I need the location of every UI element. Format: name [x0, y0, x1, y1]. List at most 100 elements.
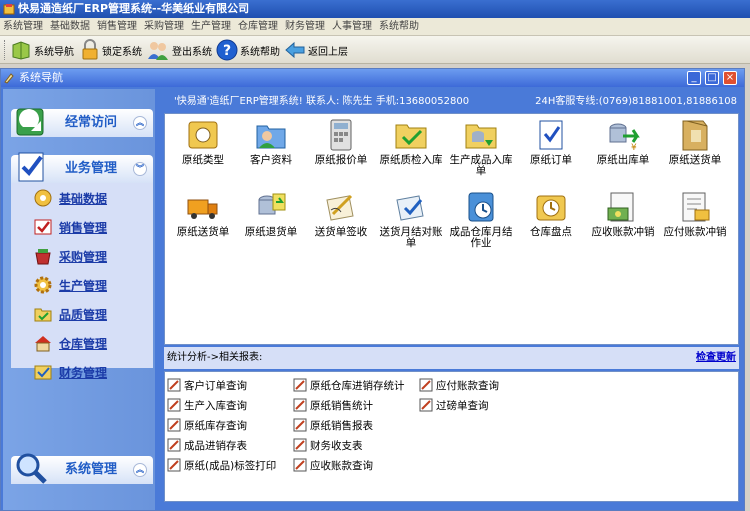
icon-customer[interactable]: 客户资料 — [235, 118, 307, 166]
report-link[interactable]: 原纸销售报表 — [293, 417, 373, 433]
report-doc-icon — [293, 398, 307, 412]
reconcile-icon — [396, 195, 424, 221]
lock-button[interactable]: 锁定系统 — [80, 38, 142, 62]
app-icon — [3, 4, 15, 15]
back-button[interactable]: 返回上层 — [284, 38, 348, 62]
report-doc-icon — [167, 458, 181, 472]
report-link[interactable]: 过磅单查询 — [419, 397, 489, 413]
business-check-icon — [18, 152, 44, 182]
panel-frequent[interactable]: 经常访问 ︽ — [11, 108, 153, 137]
delivery-folder-icon — [682, 120, 708, 151]
report-link[interactable]: 成品进销存表 — [167, 437, 247, 453]
icon-reconcile[interactable]: 送货月结对账单 — [375, 190, 447, 249]
panel-business[interactable]: 业务管理 ︾ — [11, 152, 153, 183]
icon-product-inbound[interactable]: 生产成品入库单 — [445, 118, 517, 177]
menu-warehouse[interactable]: 仓库管理 — [238, 18, 278, 36]
info-bar: '快易通'造纸厂ERP管理系统! 联系人: 陈先生 手机:13680052800… — [164, 91, 739, 113]
menu-sales[interactable]: 销售管理 — [97, 18, 137, 36]
report-doc-icon — [293, 418, 307, 432]
nav-book-icon — [12, 41, 30, 60]
order-icon — [539, 120, 563, 150]
function-icon-panel: 原纸类型 客户资料 原纸报价单 原纸质检入库 生产成品入库单 原纸订单 ¥ 原纸… — [164, 113, 739, 345]
sidebar-item-sales[interactable]: 销售管理 — [33, 216, 107, 238]
icon-sign[interactable]: 送货单签收 — [305, 190, 377, 238]
svg-text:?: ? — [223, 43, 231, 59]
main-area: '快易通'造纸厂ERP管理系统! 联系人: 陈先生 手机:13680052800… — [164, 91, 739, 506]
folder-check-icon — [34, 308, 52, 322]
toolbar: 系统导航 锁定系统 登出系统 ? 系统帮助 返回上层 — [0, 36, 750, 64]
menu-hr[interactable]: 人事管理 — [332, 18, 372, 36]
sidebar: 经常访问 ︽ 业务管理 ︾ 基础数据 销售管理 采购管理 生产管理 品质管理 仓… — [3, 89, 155, 510]
toolbar-grip[interactable] — [4, 40, 7, 60]
icon-paper-type[interactable]: 原纸类型 — [167, 118, 239, 166]
sidebar-item-finance[interactable]: 财务管理 — [33, 361, 107, 383]
icon-truck-delivery[interactable]: 原纸送货单 — [167, 190, 239, 238]
menu-purchase[interactable]: 采购管理 — [144, 18, 184, 36]
sidebar-item-warehouse[interactable]: 仓库管理 — [33, 332, 107, 354]
menu-basic-data[interactable]: 基础数据 — [50, 18, 90, 36]
menu-finance[interactable]: 财务管理 — [285, 18, 325, 36]
report-link[interactable]: 原纸销售统计 — [293, 397, 373, 413]
report-doc-icon — [167, 378, 181, 392]
users-icon — [148, 42, 168, 60]
lock-icon — [82, 39, 98, 60]
paper-type-icon — [188, 121, 218, 149]
finance-check-icon — [34, 365, 52, 380]
logout-button[interactable]: 登出系统 — [146, 38, 212, 62]
help-button[interactable]: ? 系统帮助 — [216, 38, 280, 62]
monthly-close-icon — [468, 192, 494, 222]
icon-payable[interactable]: 应付账款冲销 — [659, 190, 731, 238]
panel-system[interactable]: 系统管理 ︽ — [11, 453, 153, 484]
menu-production[interactable]: 生产管理 — [191, 18, 231, 36]
chevron-down-icon[interactable]: ︾ — [133, 162, 147, 176]
minimize-button[interactable]: _ — [687, 71, 701, 85]
qc-inbound-icon — [395, 124, 427, 149]
business-menu: 基础数据 销售管理 采购管理 生产管理 品质管理 仓库管理 财务管理 — [11, 183, 153, 380]
payable-icon — [682, 192, 710, 222]
maximize-button[interactable]: □ — [705, 71, 719, 85]
report-link[interactable]: 财务收支表 — [293, 437, 363, 453]
window-title: 系统导航 — [19, 71, 63, 84]
help-icon: ? — [216, 39, 238, 61]
icon-quote[interactable]: 原纸报价单 — [305, 118, 377, 166]
icon-outbound[interactable]: ¥ 原纸出库单 — [587, 118, 659, 166]
basket-icon — [35, 249, 51, 265]
receivable-icon — [607, 192, 634, 222]
chevron-up-icon[interactable]: ︽ — [133, 463, 147, 477]
frequent-arrow-icon — [16, 108, 44, 136]
sidebar-item-production[interactable]: 生产管理 — [33, 274, 107, 296]
report-link[interactable]: 应收账款查询 — [293, 457, 373, 473]
report-list: 客户订单查询 生产入库查询 原纸库存查询 成品进销存表 原纸(成品)标签打印 原… — [164, 371, 739, 502]
icon-return[interactable]: 原纸退货单 — [235, 190, 307, 238]
icon-monthly-close[interactable]: 成品仓库月结作业 — [445, 190, 517, 249]
check-update-link[interactable]: 检查更新 — [696, 347, 736, 369]
checkbox-icon — [34, 219, 52, 235]
nav-button[interactable]: 系统导航 — [10, 38, 74, 62]
report-doc-icon — [293, 458, 307, 472]
menu-system[interactable]: 系统管理 — [3, 18, 43, 36]
icon-qc-inbound[interactable]: 原纸质检入库 — [375, 118, 447, 166]
menu-help[interactable]: 系统帮助 — [379, 18, 419, 36]
report-link[interactable]: 原纸(成品)标签打印 — [167, 457, 276, 473]
icon-receivable[interactable]: 应收账款冲销 — [587, 190, 659, 238]
sidebar-item-purchase[interactable]: 采购管理 — [33, 245, 107, 267]
svg-text:¥: ¥ — [631, 143, 637, 152]
icon-delivery-folder[interactable]: 原纸送货单 — [659, 118, 731, 166]
report-link[interactable]: 原纸仓库进销存统计 — [293, 377, 405, 393]
chevron-up-icon[interactable]: ︽ — [133, 116, 147, 130]
stats-header-bar: 统计分析->相关报表: 检查更新 — [164, 347, 739, 369]
report-doc-icon — [167, 418, 181, 432]
report-link[interactable]: 生产入库查询 — [167, 397, 247, 413]
app-title: 快易通造纸厂ERP管理系统--华美纸业有限公司 — [18, 2, 250, 15]
report-link[interactable]: 应付账款查询 — [419, 377, 499, 393]
hotline-info: 24H客服专线:(0769)81881001,81886108 — [535, 96, 737, 107]
icon-order[interactable]: 原纸订单 — [515, 118, 587, 166]
icon-stocktake[interactable]: 仓库盘点 — [515, 190, 587, 238]
report-link[interactable]: 原纸库存查询 — [167, 417, 247, 433]
sidebar-item-basic-data[interactable]: 基础数据 — [33, 187, 107, 209]
report-link[interactable]: 客户订单查询 — [167, 377, 247, 393]
sidebar-item-quality[interactable]: 品质管理 — [33, 303, 107, 325]
close-button[interactable]: × — [723, 71, 737, 85]
quote-icon — [330, 119, 352, 151]
product-inbound-icon — [465, 124, 497, 149]
